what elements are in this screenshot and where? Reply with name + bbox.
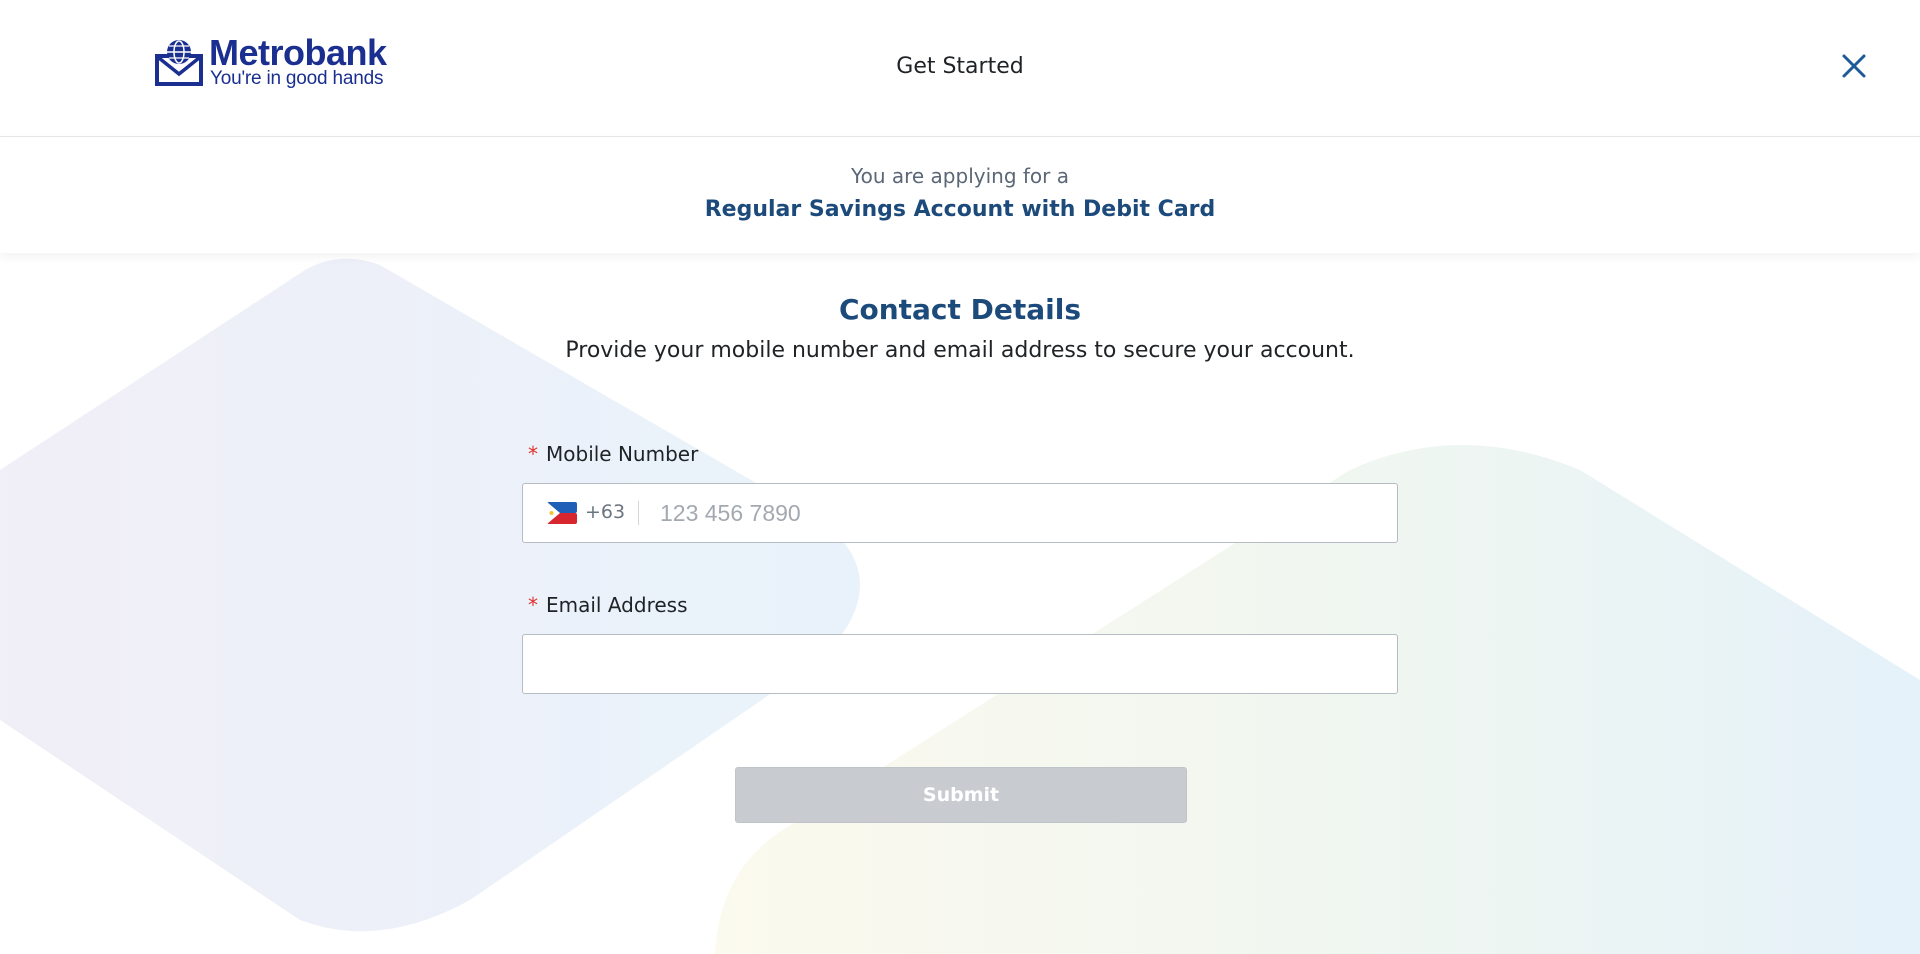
submit-button[interactable]: Submit [735, 767, 1187, 823]
mobile-number-label: * Mobile Number [528, 442, 698, 466]
banner-product-name: Regular Savings Account with Debit Card [704, 197, 1216, 222]
section-subtitle: Provide your mobile number and email add… [565, 338, 1355, 363]
email-address-field[interactable] [522, 634, 1398, 694]
mobile-number-field[interactable]: +63 [522, 483, 1398, 543]
required-asterisk: * [528, 593, 538, 617]
philippines-flag-icon [547, 502, 577, 524]
top-header: Metrobank You're in good hands Get Start… [0, 0, 1920, 137]
section-title: Contact Details [838, 293, 1082, 326]
close-button[interactable] [1840, 52, 1868, 80]
country-code: +63 [585, 501, 626, 523]
mobile-number-label-text: Mobile Number [546, 442, 699, 466]
email-address-input[interactable] [541, 636, 1381, 692]
banner-intro: You are applying for a [851, 164, 1069, 188]
required-asterisk: * [528, 442, 538, 466]
email-address-label-text: Email Address [546, 593, 688, 617]
close-icon [1842, 54, 1866, 78]
page-title: Get Started [896, 54, 1024, 79]
application-banner: You are applying for a Regular Savings A… [0, 137, 1920, 253]
contact-details-form: Contact Details Provide your mobile numb… [0, 253, 1920, 954]
mobile-number-input[interactable] [658, 485, 1382, 541]
country-code-divider [638, 501, 639, 525]
email-address-label: * Email Address [528, 593, 688, 617]
